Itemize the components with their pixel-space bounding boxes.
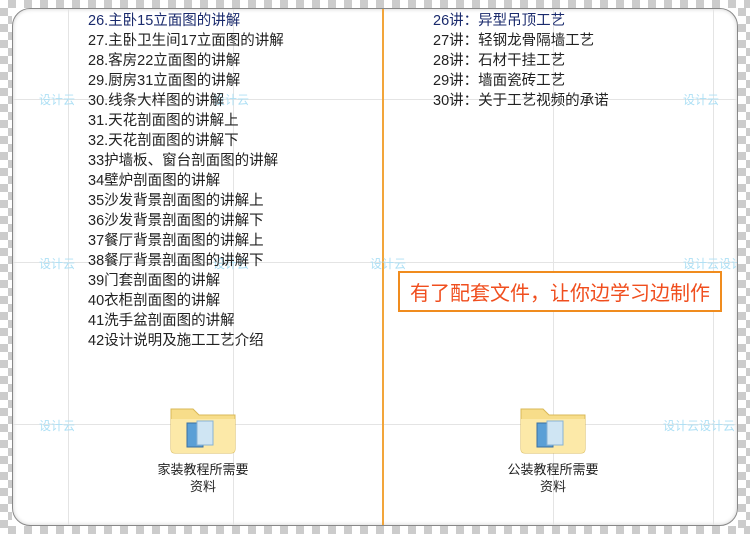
list-item: 36沙发背景剖面图的讲解下	[88, 211, 284, 231]
folder-left[interactable]: 家装教程所需要 资料	[123, 399, 283, 495]
checker-border-left	[0, 0, 12, 534]
folder-right[interactable]: 公装教程所需要 资料	[473, 399, 633, 495]
list-item: 30.线条大样图的讲解	[88, 91, 284, 111]
list-item: 28.客房22立面图的讲解	[88, 51, 284, 71]
folder-label-line: 资料	[123, 478, 283, 495]
watermark: 设计云	[370, 255, 406, 272]
list-item: 37餐厅背景剖面图的讲解上	[88, 231, 284, 251]
checker-border-right	[738, 0, 750, 534]
list-item: 42设计说明及施工工艺介绍	[88, 331, 284, 351]
list-item: 35沙发背景剖面图的讲解上	[88, 191, 284, 211]
list-item: 34壁炉剖面图的讲解	[88, 171, 284, 191]
vgrid	[713, 9, 714, 525]
watermark: 设计云	[39, 255, 75, 272]
list-item: 26.主卧15立面图的讲解	[88, 11, 284, 31]
checker-border-bottom	[0, 526, 750, 534]
folder-icon	[517, 399, 589, 455]
list-item: 32.天花剖面图的讲解下	[88, 131, 284, 151]
watermark: 设计云	[39, 417, 75, 434]
checker-border-top	[0, 0, 750, 8]
watermark: 设计云设计云	[663, 417, 735, 434]
vgrid	[68, 9, 69, 525]
folder-label-line: 公装教程所需要	[473, 461, 633, 478]
right-list: 26讲：异型吊顶工艺 27讲：轻钢龙骨隔墙工艺 28讲：石材干挂工艺 29讲：墙…	[433, 11, 609, 111]
page-spine	[382, 9, 384, 525]
list-item: 26讲：异型吊顶工艺	[433, 11, 609, 31]
list-item: 39门套剖面图的讲解	[88, 271, 284, 291]
list-item: 27.主卧卫生间17立面图的讲解	[88, 31, 284, 51]
list-item: 28讲：石材干挂工艺	[433, 51, 609, 71]
list-item: 40衣柜剖面图的讲解	[88, 291, 284, 311]
promo-box: 有了配套文件，让你边学习边制作	[398, 271, 722, 312]
list-item: 38餐厅背景剖面图的讲解下	[88, 251, 284, 271]
folder-label: 公装教程所需要 资料	[473, 461, 633, 495]
folder-label: 家装教程所需要 资料	[123, 461, 283, 495]
page-frame: 设计云 设计云 设计云 设计云 设计云 设计云 设计云 设计云设计云 设计云设计…	[12, 8, 738, 526]
folder-label-line: 家装教程所需要	[123, 461, 283, 478]
list-item: 41洗手盆剖面图的讲解	[88, 311, 284, 331]
left-list: 26.主卧15立面图的讲解 27.主卧卫生间17立面图的讲解 28.客房22立面…	[88, 11, 284, 351]
list-item: 31.天花剖面图的讲解上	[88, 111, 284, 131]
list-item: 33护墙板、窗台剖面图的讲解	[88, 151, 284, 171]
folder-icon	[167, 399, 239, 455]
folder-label-line: 资料	[473, 478, 633, 495]
list-item: 30讲：关于工艺视频的承诺	[433, 91, 609, 111]
list-item: 27讲：轻钢龙骨隔墙工艺	[433, 31, 609, 51]
list-item: 29讲：墙面瓷砖工艺	[433, 71, 609, 91]
watermark: 设计云设计云	[683, 255, 738, 272]
list-item: 29.厨房31立面图的讲解	[88, 71, 284, 91]
